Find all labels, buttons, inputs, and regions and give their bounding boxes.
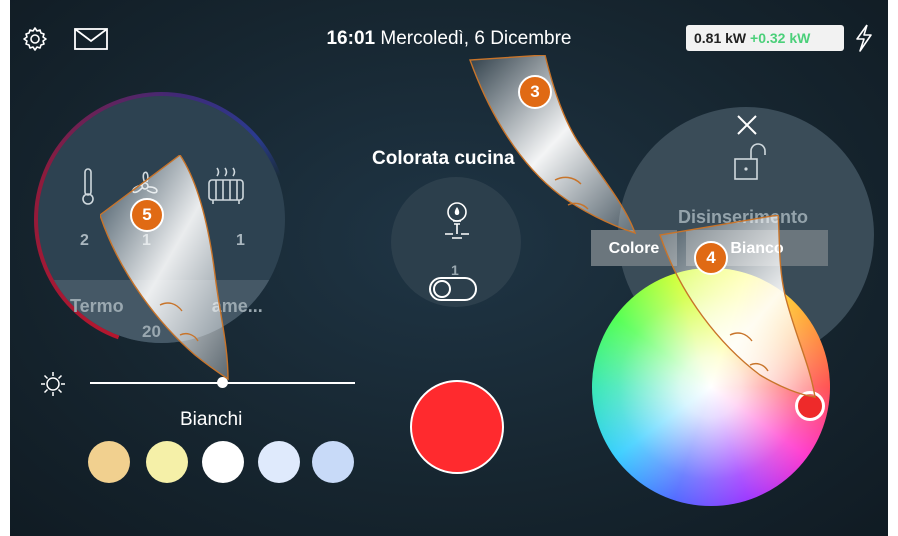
color-preview bbox=[410, 380, 504, 474]
step-marker: 5 bbox=[130, 198, 164, 232]
white-swatch[interactable] bbox=[312, 441, 354, 483]
step-marker: 3 bbox=[518, 75, 552, 109]
energy-consumption: 0.81 kW bbox=[694, 30, 747, 46]
time-text: 16:01 bbox=[326, 28, 376, 49]
thermometer-icon bbox=[82, 168, 94, 205]
unlocked-padlock-icon bbox=[734, 143, 766, 180]
brightness-icon bbox=[41, 372, 65, 396]
climate-value-temperature: 2 bbox=[80, 232, 89, 249]
hand-pointer-icon bbox=[659, 215, 816, 398]
lightning-icon[interactable] bbox=[854, 24, 874, 52]
light-count: 1 bbox=[451, 262, 459, 278]
toggle-knob bbox=[433, 280, 451, 298]
white-swatch[interactable] bbox=[88, 441, 130, 483]
date-text: Mercoledì, 6 Dicembre bbox=[380, 28, 572, 49]
top-bar: 16:01 Mercoledì, 6 Dicembre 0.81 kW +0.3… bbox=[10, 0, 888, 52]
close-icon[interactable] bbox=[736, 114, 758, 136]
energy-badge[interactable]: 0.81 kW +0.32 kW bbox=[686, 25, 844, 51]
white-swatch[interactable] bbox=[258, 441, 300, 483]
white-swatch[interactable] bbox=[146, 441, 188, 483]
light-toggle[interactable] bbox=[429, 277, 477, 301]
step-marker: 4 bbox=[694, 241, 728, 275]
whites-label: Bianchi bbox=[180, 409, 243, 430]
touch-screen: 16:01 Mercoledì, 6 Dicembre 0.81 kW +0.3… bbox=[10, 0, 888, 536]
energy-production: +0.32 kW bbox=[750, 30, 811, 46]
hand-pointer-icon bbox=[100, 155, 229, 381]
white-swatch[interactable] bbox=[202, 441, 244, 483]
